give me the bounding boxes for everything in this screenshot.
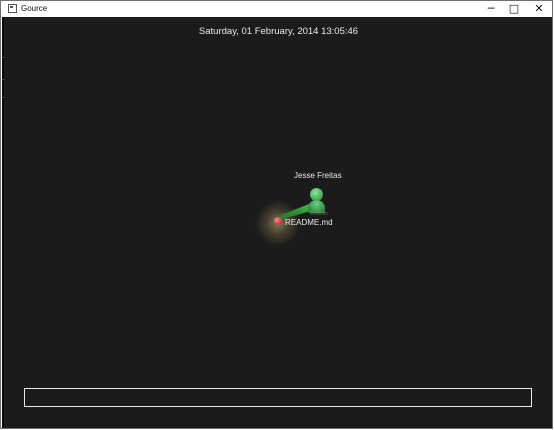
window-title: Gource bbox=[21, 4, 48, 13]
maximize-button[interactable]: □ bbox=[501, 1, 527, 17]
gource-window: Gource ─ □ ✕ Saturday, 01 February, 2014… bbox=[0, 0, 553, 429]
file-node-icon[interactable] bbox=[274, 217, 282, 225]
user-avatar-icon[interactable] bbox=[308, 188, 328, 215]
visualization-canvas[interactable]: Saturday, 01 February, 2014 13:05:46 REA… bbox=[2, 17, 552, 428]
timeline-bar[interactable] bbox=[24, 388, 532, 407]
app-icon bbox=[8, 4, 17, 13]
file-label: README.md bbox=[285, 218, 333, 227]
user-label: Jesse Freitas bbox=[294, 171, 342, 180]
close-button[interactable]: ✕ bbox=[526, 1, 552, 17]
title-bar[interactable]: Gource ─ □ ✕ bbox=[1, 1, 552, 17]
avatar-shadow bbox=[310, 212, 328, 215]
